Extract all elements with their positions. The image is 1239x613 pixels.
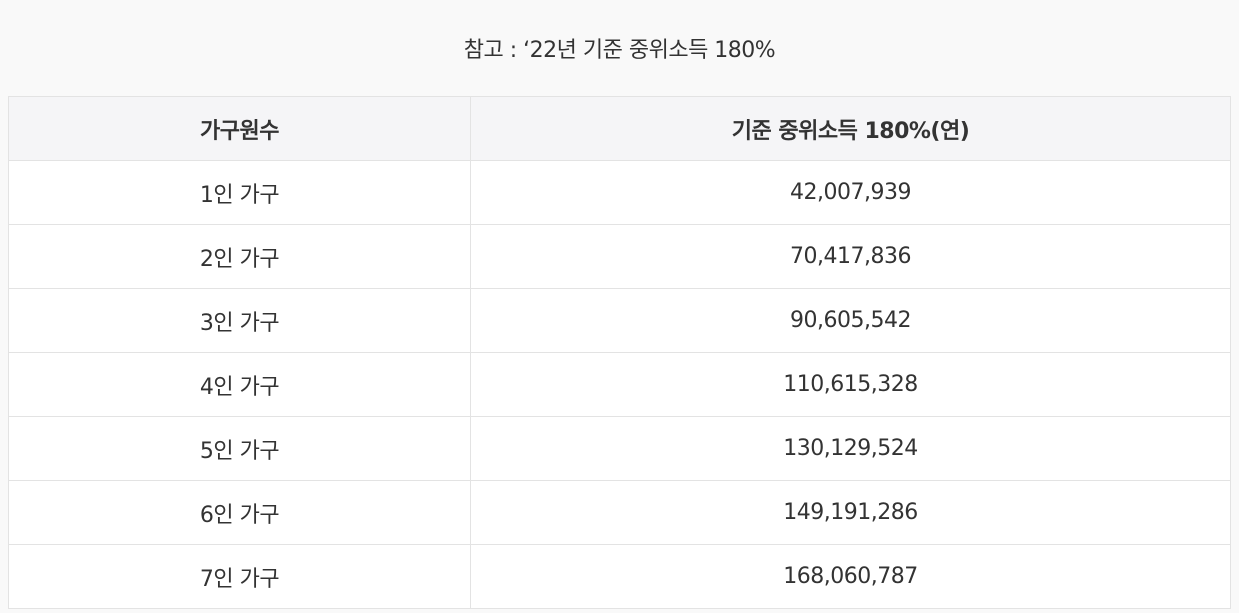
income-table-container: 가구원수 기준 중위소득 180%(연) 1인 가구 42,007,939 2인… [8,96,1231,609]
income-cell: 168,060,787 [470,544,1231,609]
header-household-size: 가구원수 [8,96,471,161]
income-cell: 70,417,836 [470,224,1231,289]
income-cell: 90,605,542 [470,288,1231,353]
household-size-cell: 7인 가구 [8,544,471,609]
table-row: 2인 가구 70,417,836 [8,224,1231,289]
table-row: 3인 가구 90,605,542 [8,288,1231,353]
table-caption: 참고 : ‘22년 기준 중위소득 180% [463,38,776,63]
household-size-cell: 6인 가구 [8,480,471,545]
table-row: 1인 가구 42,007,939 [8,160,1231,225]
household-size-cell: 4인 가구 [8,352,471,417]
table-row: 4인 가구 110,615,328 [8,352,1231,417]
header-median-income: 기준 중위소득 180%(연) [470,96,1231,161]
household-size-cell: 5인 가구 [8,416,471,481]
household-size-cell: 3인 가구 [8,288,471,353]
income-cell: 110,615,328 [470,352,1231,417]
income-cell: 42,007,939 [470,160,1231,225]
table-header-row: 가구원수 기준 중위소득 180%(연) [8,96,1231,161]
income-cell: 149,191,286 [470,480,1231,545]
table-row: 5인 가구 130,129,524 [8,416,1231,481]
household-size-cell: 1인 가구 [8,160,471,225]
income-table: 가구원수 기준 중위소득 180%(연) 1인 가구 42,007,939 2인… [8,96,1231,609]
household-size-cell: 2인 가구 [8,224,471,289]
table-row: 6인 가구 149,191,286 [8,480,1231,545]
table-row: 7인 가구 168,060,787 [8,544,1231,609]
income-cell: 130,129,524 [470,416,1231,481]
